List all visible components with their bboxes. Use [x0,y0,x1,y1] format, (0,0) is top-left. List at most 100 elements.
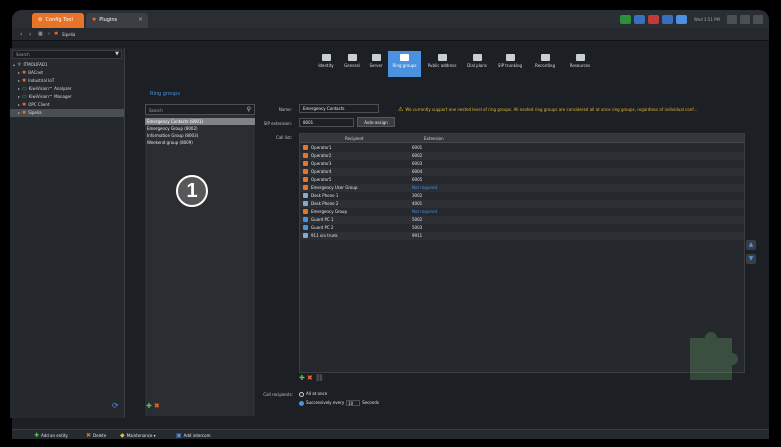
add-entity-button[interactable]: ✚ Add an entity [34,432,68,439]
maintenance-icon: ◆ [120,432,125,439]
name-field[interactable]: Emergency Contacts [299,104,379,113]
delete-button[interactable]: ✖ Delete [86,432,106,439]
trunk-icon [303,233,308,238]
expand-icon[interactable]: ▸ [18,102,20,107]
filter-icon[interactable]: ▼ [115,51,119,57]
table-row[interactable]: Operator5 6005 [300,176,744,184]
radio-all-at-once[interactable] [299,391,304,397]
call-recipients-label: Call recipients: [263,392,293,397]
back-icon[interactable]: ‹ [20,31,22,38]
warning-icon: ⚠ [398,106,404,113]
tab-bar: ⚙ Config Tool ✱ Plugins × Wed 3:51 PM [12,10,769,28]
table-row[interactable]: Guard PC 1 5002 [300,216,744,224]
tree-search-input[interactable]: Search ▼ [12,50,122,59]
table-row[interactable]: Guard PC 2 5003 [300,224,744,232]
close-icon[interactable]: × [138,16,143,23]
tab-ring-groups[interactable]: Ring groups [388,51,421,77]
list-item[interactable]: Information Group (8003) [145,132,255,139]
notification-icon[interactable] [619,14,631,24]
successively-option[interactable]: Successively every 10 Seconds [299,400,379,406]
expand-icon[interactable]: ▸ [18,70,20,75]
recipient-cell: Operator4 [311,169,332,174]
minimize-button[interactable] [727,14,737,24]
list-item[interactable]: Emergency Contacts (8001) [145,118,255,125]
tab-general[interactable]: General [340,51,364,77]
alarm-icon[interactable] [647,14,659,24]
move-down-button[interactable]: ▼ [746,254,756,264]
tab-label: Server [369,63,383,68]
tree-item-opc-client[interactable]: ▸ ✱ OPC Client [10,101,124,109]
tab-label: Dial plans [467,63,487,68]
expand-icon[interactable]: ▴ [13,62,15,67]
tab-config-tool[interactable]: ⚙ Config Tool [32,13,84,28]
tab-identity[interactable]: Identity [314,51,338,77]
expand-icon[interactable]: ▸ [18,94,20,99]
radio-successively[interactable] [299,400,304,406]
user-icon [303,161,308,166]
volume-icon[interactable] [661,14,673,24]
home-icon[interactable]: ▦ [38,31,43,37]
tab-sip-trunking[interactable]: SIP trunking [493,51,527,77]
tree-item-root[interactable]: ▴ ♆ ITMOLIFAD1 [10,61,124,69]
auto-assign-button[interactable]: Auto-assign [357,117,395,127]
breadcrumb[interactable]: Sipelia [62,32,75,37]
seconds-stepper[interactable]: 10 [346,400,361,406]
table-row[interactable]: Emergency Group Not required [300,208,744,216]
link-icon[interactable]: ⛓ [315,374,324,382]
delete-ring-group-button[interactable]: ✖ [154,402,160,410]
button-label: Delete [93,433,107,438]
name-label: Name: [278,107,292,112]
table-row[interactable]: Desk Phone 1 3002 [300,192,744,200]
close-window-button[interactable] [753,14,763,24]
tree-item-sipelia[interactable]: ▸ ✱ Sipelia [10,109,124,117]
ring-group-search-input[interactable]: Search ⚲ [145,104,255,115]
table-row[interactable]: Operator1 6001 [300,144,744,152]
dial-plans-icon [472,54,482,61]
table-row[interactable]: 911 via trunk 9911 [300,232,744,240]
add-intercom-button[interactable]: ▣ Add intercom [176,432,210,439]
remove-recipient-button[interactable]: ✖ [307,374,313,382]
tab-resources[interactable]: Resources [563,51,597,77]
pc-icon [303,225,308,230]
tab-public-address[interactable]: Public address [423,51,461,77]
expand-icon[interactable]: ▸ [18,110,20,115]
tab-dial-plans[interactable]: Dial plans [463,51,491,77]
search-placeholder: Search [149,108,163,113]
list-item[interactable]: Emergency Group (8002) [145,125,255,132]
tree-item-industrial-iot[interactable]: ▸ ✱ Industrial IoT [10,77,124,85]
tab-server[interactable]: Server [366,51,386,77]
add-recipient-button[interactable]: ✚ [299,374,305,382]
table-row[interactable]: Desk Phone 2 4001 [300,200,744,208]
tab-plugins[interactable]: ✱ Plugins × [86,13,148,28]
maximize-button[interactable] [740,14,750,24]
tab-label: Plugins [99,17,118,23]
list-item[interactable]: Weekend group (8009) [145,139,255,146]
sip-extension-field[interactable]: 8001 [299,118,354,127]
forward-icon[interactable]: › [29,31,31,38]
refresh-icon[interactable]: ⟳ [112,401,122,410]
tab-recording[interactable]: Recording [529,51,561,77]
column-recipient[interactable]: Recipient [345,136,364,141]
breadcrumb-separator: › [48,31,50,37]
network-icon[interactable] [675,14,687,24]
maintenance-button[interactable]: ◆ Maintenance ▾ [120,432,156,439]
add-ring-group-button[interactable]: ✚ [146,402,152,410]
expand-icon[interactable]: ▸ [18,86,20,91]
table-row[interactable]: Operator3 6003 [300,160,744,168]
table-row[interactable]: Operator2 6002 [300,152,744,160]
users-icon[interactable] [633,14,645,24]
tree-item-kiwivision-analyzer[interactable]: ▸ ▭ KiwiVision™ Analyzer [10,85,124,93]
system-tray: Wed 3:51 PM [619,13,763,25]
phone-icon [303,201,308,206]
tree-item-kiwivision-manager[interactable]: ▸ ▭ KiwiVision™ Manager [10,93,124,101]
expand-icon[interactable]: ▸ [18,78,20,83]
search-icon[interactable]: ⚲ [247,106,251,113]
all-at-once-option[interactable]: All at once [299,391,327,397]
extension-cell: 5002 [412,217,423,222]
move-up-button[interactable]: ▲ [746,240,756,250]
extension-cell: 3002 [412,193,423,198]
table-row[interactable]: Emergency User Group Not required [300,184,744,192]
table-row[interactable]: Operator4 6004 [300,168,744,176]
column-extension[interactable]: Extension [424,136,444,141]
tree-item-bacnet[interactable]: ▸ ✱ BACnet [10,69,124,77]
